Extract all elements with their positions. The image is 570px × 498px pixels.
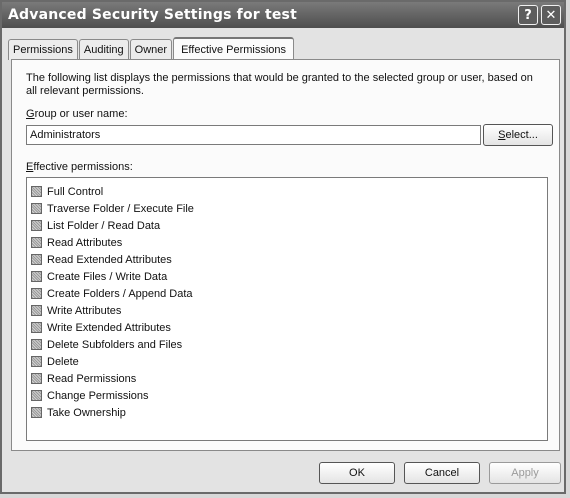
permission-item: Full Control bbox=[31, 183, 103, 200]
permission-item: Read Permissions bbox=[31, 370, 136, 387]
tab-owner[interactable]: Owner bbox=[129, 39, 173, 60]
permission-checkbox bbox=[31, 390, 42, 401]
title-bar[interactable]: Advanced Security Settings for test ? ✕ bbox=[2, 2, 564, 28]
tab-auditing[interactable]: Auditing bbox=[78, 39, 129, 60]
permission-item: Traverse Folder / Execute File bbox=[31, 200, 194, 217]
permission-checkbox bbox=[31, 407, 42, 418]
permission-label: Read Attributes bbox=[47, 236, 123, 249]
permission-checkbox bbox=[31, 254, 42, 265]
close-button[interactable]: ✕ bbox=[541, 5, 561, 25]
permission-item: Write Attributes bbox=[31, 302, 121, 319]
effective-permissions-label: Effective permissions: bbox=[26, 161, 133, 173]
select-button[interactable]: Select... bbox=[483, 124, 553, 146]
permission-label: Traverse Folder / Execute File bbox=[47, 202, 194, 215]
dialog-window: Advanced Security Settings for test ? ✕ … bbox=[0, 0, 566, 494]
permission-checkbox bbox=[31, 322, 42, 333]
cancel-button[interactable]: Cancel bbox=[404, 462, 480, 484]
permission-item: Create Files / Write Data bbox=[31, 268, 167, 285]
permission-checkbox bbox=[31, 203, 42, 214]
permission-item: Delete bbox=[31, 353, 79, 370]
tab-permissions[interactable]: Permissions bbox=[8, 39, 78, 60]
group-label-accelerator: G bbox=[26, 108, 35, 120]
permission-label: Write Attributes bbox=[47, 304, 122, 317]
permission-checkbox bbox=[31, 288, 42, 299]
group-user-field[interactable]: Administrators bbox=[26, 125, 481, 145]
permission-label: Read Permissions bbox=[47, 372, 137, 385]
permission-item: Read Extended Attributes bbox=[31, 251, 172, 268]
permission-label: Delete bbox=[47, 355, 79, 368]
permission-label: Create Folders / Append Data bbox=[47, 287, 193, 300]
select-label: elect... bbox=[505, 129, 538, 141]
permissions-list[interactable]: Full Control Traverse Folder / Execute F… bbox=[26, 177, 548, 441]
permission-checkbox bbox=[31, 186, 42, 197]
help-button[interactable]: ? bbox=[518, 5, 538, 25]
permission-label: Full Control bbox=[47, 185, 104, 198]
permission-item: List Folder / Read Data bbox=[31, 217, 160, 234]
effective-permissions-panel: The following list displays the permissi… bbox=[11, 59, 560, 451]
group-user-label: Group or user name: bbox=[26, 108, 128, 120]
close-icon: ✕ bbox=[545, 7, 557, 23]
permission-checkbox bbox=[31, 220, 42, 231]
permission-checkbox bbox=[31, 339, 42, 350]
apply-button[interactable]: Apply bbox=[489, 462, 561, 484]
permission-label: Create Files / Write Data bbox=[47, 270, 168, 283]
permission-checkbox bbox=[31, 305, 42, 316]
effective-label-text: ffective permissions: bbox=[33, 161, 133, 173]
permission-label: List Folder / Read Data bbox=[47, 219, 161, 232]
intro-text: The following list displays the permissi… bbox=[26, 72, 533, 97]
permission-checkbox bbox=[31, 356, 42, 367]
help-icon: ? bbox=[524, 7, 532, 23]
permission-item: Delete Subfolders and Files bbox=[31, 336, 182, 353]
ok-button[interactable]: OK bbox=[319, 462, 395, 484]
permission-label: Write Extended Attributes bbox=[47, 321, 171, 334]
window-title: Advanced Security Settings for test bbox=[8, 7, 297, 23]
permission-label: Change Permissions bbox=[47, 389, 149, 402]
permission-checkbox bbox=[31, 271, 42, 282]
permission-item: Write Extended Attributes bbox=[31, 319, 171, 336]
select-accelerator: S bbox=[498, 129, 506, 141]
permission-label: Take Ownership bbox=[47, 406, 126, 419]
permission-item: Create Folders / Append Data bbox=[31, 285, 193, 302]
permission-checkbox bbox=[31, 373, 42, 384]
permission-label: Read Extended Attributes bbox=[47, 253, 172, 266]
permission-item: Read Attributes bbox=[31, 234, 122, 251]
permission-item: Change Permissions bbox=[31, 387, 149, 404]
permission-item: Take Ownership bbox=[31, 404, 126, 421]
permission-checkbox bbox=[31, 237, 42, 248]
tab-strip: Permissions Auditing Owner Effective Per… bbox=[8, 37, 295, 61]
tab-effective-permissions[interactable]: Effective Permissions bbox=[173, 37, 295, 61]
permission-label: Delete Subfolders and Files bbox=[47, 338, 183, 351]
group-label-text: roup or user name: bbox=[34, 108, 128, 120]
